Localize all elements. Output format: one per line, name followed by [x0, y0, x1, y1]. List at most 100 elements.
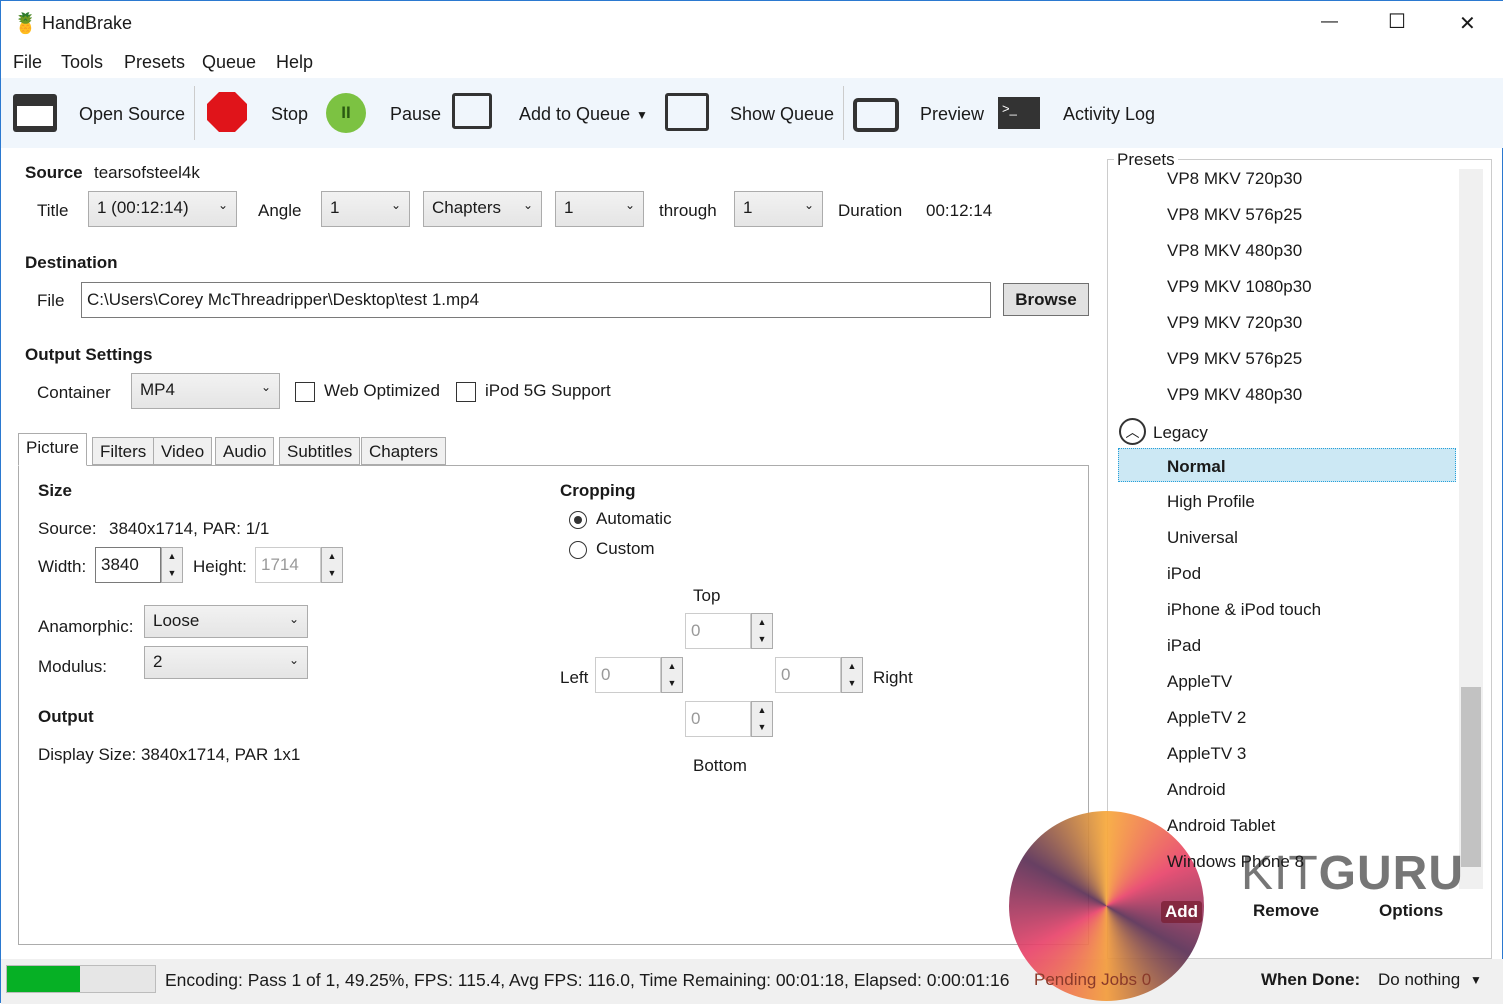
menu-tools[interactable]: Tools — [61, 52, 103, 73]
crop-top-input[interactable]: 0 — [685, 613, 751, 649]
open-source-button[interactable]: Open Source — [79, 104, 185, 125]
tab-audio[interactable]: Audio — [215, 437, 275, 465]
when-done-select[interactable]: Do nothing — [1378, 970, 1460, 990]
source-size-label: Source: — [38, 519, 97, 538]
terminal-icon[interactable]: >_ — [998, 97, 1040, 129]
preset-item[interactable]: AppleTV 2 — [1167, 708, 1246, 728]
preset-item[interactable]: iPad — [1167, 636, 1201, 656]
modulus-select[interactable]: 2 ⌄ — [144, 646, 308, 679]
height-stepper[interactable]: ▲ ▼ — [321, 547, 343, 583]
automatic-label[interactable]: Automatic — [596, 509, 672, 529]
toolbar: Open Source Stop II Pause Add to Queue ▼… — [1, 78, 1503, 148]
title-select[interactable]: 1 (00:12:14) ⌄ — [88, 191, 237, 227]
preset-item[interactable]: Android Tablet — [1167, 816, 1275, 836]
tab-subtitles[interactable]: Subtitles — [279, 437, 361, 465]
preset-item[interactable]: VP8 MKV 720p30 — [1167, 169, 1302, 189]
add-preset-button[interactable]: Add — [1161, 901, 1203, 923]
container-select[interactable]: MP4 ⌄ — [131, 373, 280, 409]
collapse-icon[interactable]: ︿ — [1119, 418, 1146, 445]
stop-button[interactable]: Stop — [271, 104, 308, 125]
presets-scrollbar[interactable] — [1459, 169, 1483, 889]
add-to-queue-icon[interactable] — [452, 93, 492, 129]
minimize-button[interactable]: — — [1321, 11, 1338, 31]
modulus-label: Modulus: — [38, 657, 107, 676]
preview-button[interactable]: Preview — [920, 104, 984, 125]
maximize-button[interactable]: ☐ — [1388, 9, 1406, 34]
clapperboard-icon[interactable] — [13, 94, 57, 132]
title-label: Title — [37, 201, 69, 220]
window-title: HandBrake — [42, 13, 133, 33]
file-path-input[interactable]: C:\Users\Corey McThreadripper\Desktop\te… — [81, 282, 991, 318]
preset-selected[interactable]: Normal — [1118, 448, 1456, 482]
activity-log-button[interactable]: Activity Log — [1063, 104, 1155, 125]
custom-radio[interactable] — [569, 541, 587, 559]
anamorphic-select[interactable]: Loose ⌄ — [144, 605, 308, 638]
container-value: MP4 — [140, 380, 175, 399]
when-done-label: When Done: — [1261, 970, 1361, 989]
separator — [194, 86, 195, 140]
preset-item[interactable]: iPod — [1167, 564, 1201, 584]
tab-filters[interactable]: Filters — [92, 437, 155, 465]
crop-top-stepper[interactable]: ▲ ▼ — [751, 613, 773, 649]
menu-presets[interactable]: Presets — [124, 52, 185, 73]
chevron-down-icon: ⌄ — [624, 198, 635, 212]
range-start-select[interactable]: 1 ⌄ — [555, 191, 644, 227]
range-type-select[interactable]: Chapters ⌄ — [423, 191, 542, 227]
add-to-queue-button[interactable]: Add to Queue — [519, 104, 630, 125]
ipod-support-checkbox[interactable] — [456, 382, 476, 402]
crop-right-stepper[interactable]: ▲ ▼ — [841, 657, 863, 693]
show-queue-button[interactable]: Show Queue — [730, 104, 834, 125]
presets-label: Presets — [1114, 150, 1178, 170]
crop-right-input[interactable]: 0 — [775, 657, 841, 693]
tab-picture[interactable]: Picture — [18, 433, 87, 466]
web-optimized-label[interactable]: Web Optimized — [324, 381, 440, 401]
preset-item[interactable]: AppleTV — [1167, 672, 1232, 692]
ipod-support-label[interactable]: iPod 5G Support — [485, 381, 611, 401]
menu-file[interactable]: File — [13, 52, 42, 73]
preset-item[interactable]: VP8 MKV 576p25 — [1167, 205, 1302, 225]
tab-chapters[interactable]: Chapters — [361, 437, 446, 465]
menu-queue[interactable]: Queue — [202, 52, 256, 73]
web-optimized-checkbox[interactable] — [295, 382, 315, 402]
preset-item[interactable]: Universal — [1167, 528, 1238, 548]
preset-item[interactable]: VP8 MKV 480p30 — [1167, 241, 1302, 261]
crop-bottom-stepper[interactable]: ▲ ▼ — [751, 701, 773, 737]
crop-bottom-input[interactable]: 0 — [685, 701, 751, 737]
display-size: Display Size: 3840x1714, PAR 1x1 — [38, 745, 301, 764]
automatic-radio[interactable] — [569, 511, 587, 529]
width-stepper[interactable]: ▲ ▼ — [161, 547, 183, 583]
close-button[interactable]: ✕ — [1459, 11, 1476, 36]
preset-item[interactable]: Windows Phone 8 — [1167, 852, 1304, 872]
crop-left-input[interactable]: 0 — [595, 657, 661, 693]
pause-icon[interactable]: II — [326, 93, 366, 133]
tv-icon[interactable] — [853, 98, 899, 132]
width-input[interactable]: 3840 — [95, 547, 161, 583]
add-to-queue-dropdown-icon[interactable]: ▼ — [636, 108, 648, 122]
custom-label[interactable]: Custom — [596, 539, 655, 559]
preset-item[interactable]: VP9 MKV 576p25 — [1167, 349, 1302, 369]
pause-button[interactable]: Pause — [390, 104, 441, 125]
browse-button[interactable]: Browse — [1003, 283, 1089, 316]
preset-item[interactable]: VP9 MKV 480p30 — [1167, 385, 1302, 405]
height-input[interactable]: 1714 — [255, 547, 321, 583]
range-end-select[interactable]: 1 ⌄ — [734, 191, 823, 227]
preset-item[interactable]: Android — [1167, 780, 1226, 800]
chevron-down-icon[interactable]: ▼ — [1470, 973, 1482, 987]
preset-item[interactable]: High Profile — [1167, 492, 1255, 512]
preset-item[interactable]: VP9 MKV 1080p30 — [1167, 277, 1312, 297]
source-size-value: 3840x1714, PAR: 1/1 — [109, 519, 270, 538]
crop-left-stepper[interactable]: ▲ ▼ — [661, 657, 683, 693]
preset-item[interactable]: iPhone & iPod touch — [1167, 600, 1321, 620]
preset-item[interactable]: AppleTV 3 — [1167, 744, 1246, 764]
source-name: tearsofsteel4k — [94, 163, 200, 182]
show-queue-icon[interactable] — [665, 93, 709, 131]
tab-video[interactable]: Video — [153, 437, 213, 465]
legacy-group[interactable]: ︿ Legacy — [1119, 418, 1419, 446]
preset-options-button[interactable]: Options — [1379, 901, 1443, 921]
preset-item[interactable]: VP9 MKV 720p30 — [1167, 313, 1302, 333]
handbrake-logo-icon: 🍍 — [13, 13, 38, 35]
angle-select[interactable]: 1 ⌄ — [321, 191, 410, 227]
menu-help[interactable]: Help — [276, 52, 313, 73]
remove-preset-button[interactable]: Remove — [1253, 901, 1319, 921]
stop-icon[interactable] — [207, 92, 247, 132]
